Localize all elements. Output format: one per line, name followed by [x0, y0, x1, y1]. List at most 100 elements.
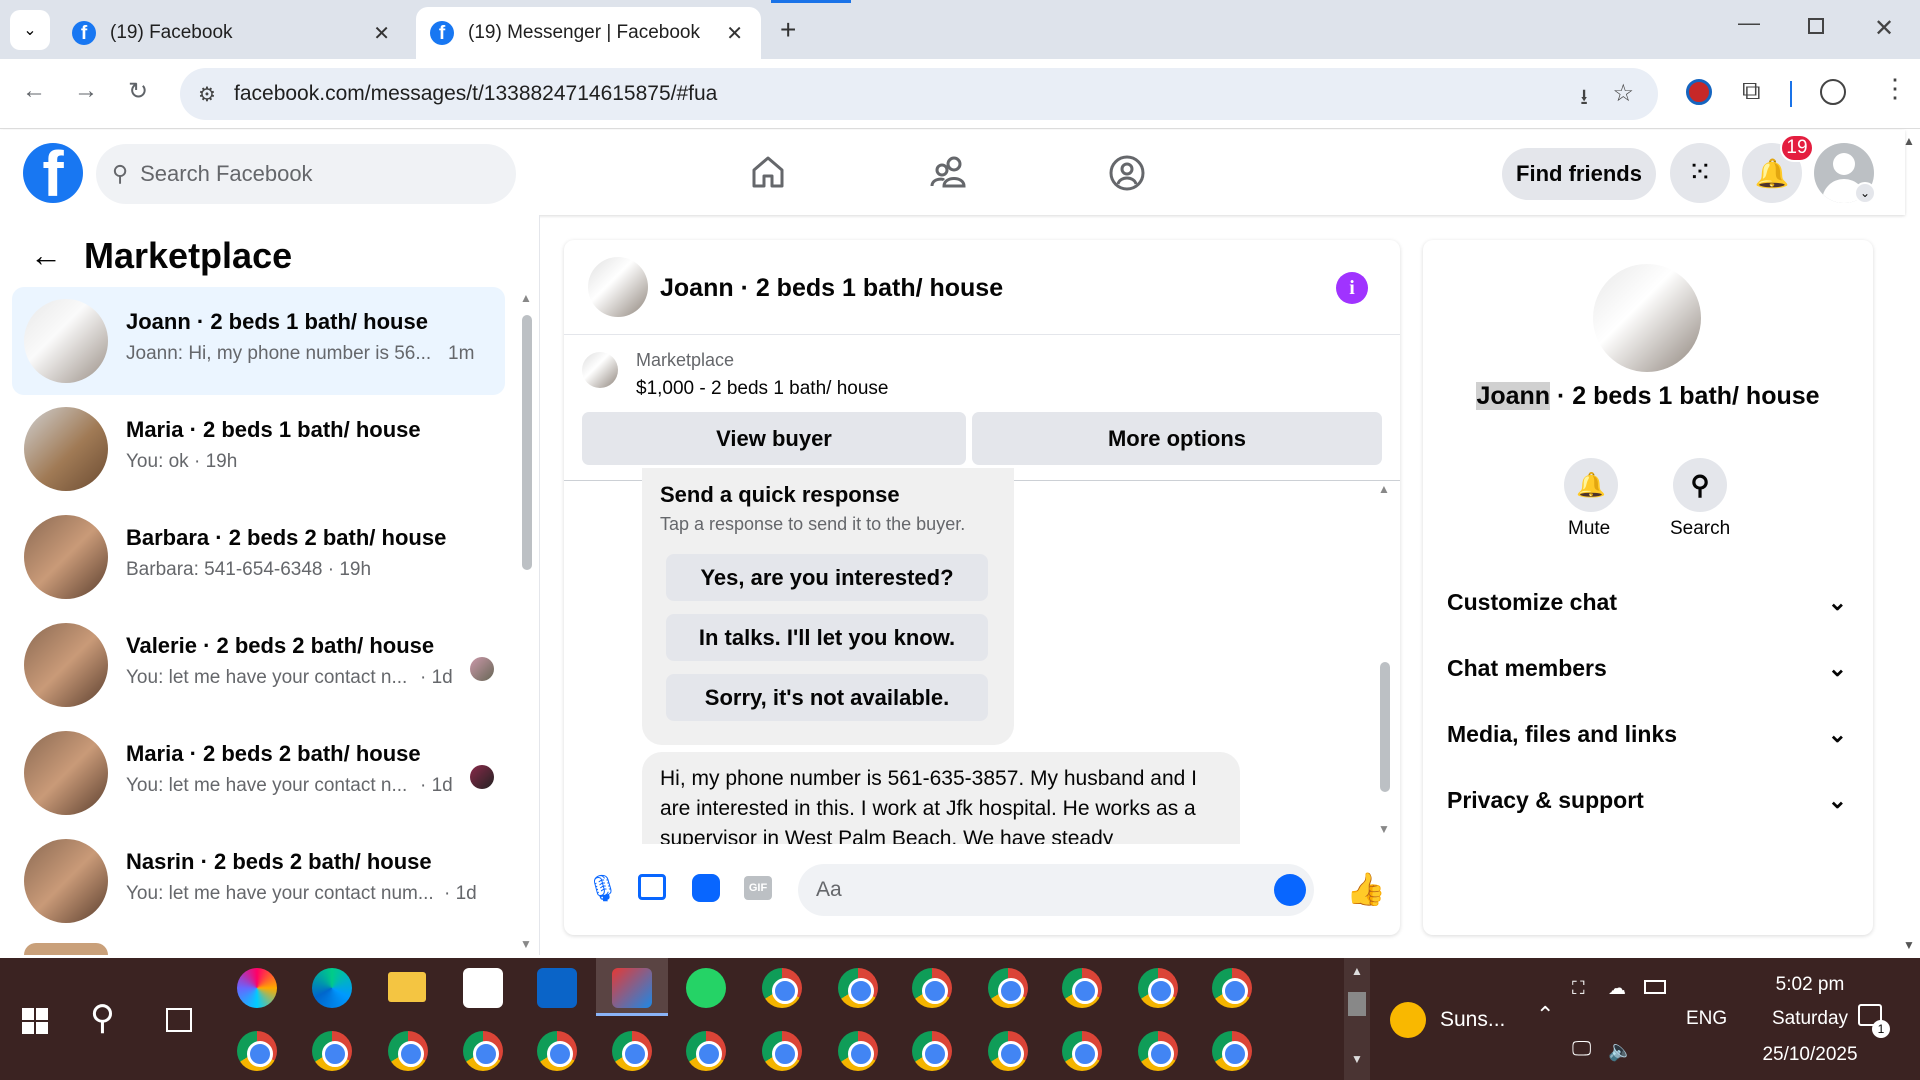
- chrome-profile-icon[interactable]: [1062, 968, 1102, 1008]
- microphone-icon[interactable]: 🎙: [586, 873, 619, 904]
- privacy-support-section[interactable]: Privacy & support ⌄: [1447, 787, 1847, 814]
- search-input[interactable]: ⚲ Search Facebook: [96, 144, 516, 204]
- page-scroll-down[interactable]: ▼: [1903, 938, 1915, 952]
- like-thumb-icon[interactable]: 👍: [1346, 870, 1386, 908]
- file-explorer-icon[interactable]: [388, 972, 426, 1002]
- groups-nav-icon[interactable]: [1108, 154, 1146, 192]
- chat-title[interactable]: Joann · 2 beds 1 bath/ house: [660, 274, 1003, 303]
- forward-icon[interactable]: →: [74, 77, 98, 105]
- bookmark-star-icon[interactable]: ☆: [1612, 79, 1634, 108]
- chrome-profile-icon[interactable]: [1138, 968, 1178, 1008]
- chrome-profile-icon[interactable]: [988, 968, 1028, 1008]
- tab-facebook[interactable]: f (19) Facebook ✕: [58, 7, 408, 59]
- scroll-up-arrow[interactable]: ▲: [520, 291, 532, 305]
- copilot-icon[interactable]: [237, 968, 277, 1008]
- install-app-icon[interactable]: ⭳: [1580, 80, 1588, 118]
- store-icon[interactable]: [463, 968, 503, 1008]
- tab-search-button[interactable]: ⌄: [10, 10, 50, 50]
- reload-icon[interactable]: ↻: [128, 77, 148, 106]
- weather-text[interactable]: Suns...: [1440, 1008, 1505, 1032]
- whatsapp-icon[interactable]: [686, 968, 726, 1008]
- back-arrow-icon[interactable]: ←: [30, 237, 62, 274]
- quick-reply-button[interactable]: In talks. I'll let you know.: [666, 614, 988, 661]
- find-friends-button[interactable]: Find friends: [1502, 148, 1656, 200]
- close-tab-icon[interactable]: ✕: [373, 21, 390, 46]
- extension-shield-icon[interactable]: [1686, 79, 1712, 105]
- close-window-button[interactable]: ✕: [1874, 14, 1894, 43]
- more-options-button[interactable]: More options: [972, 412, 1382, 465]
- meet-now-icon[interactable]: ⛶: [1572, 978, 1585, 999]
- conversation-item-partial[interactable]: [24, 943, 108, 955]
- chrome-profile-icon[interactable]: [612, 1031, 652, 1071]
- emoji-icon[interactable]: [1274, 874, 1306, 906]
- menu-kebab-icon[interactable]: ⋮: [1882, 73, 1908, 104]
- clock-date[interactable]: 25/10/2025: [1740, 1044, 1880, 1066]
- info-icon[interactable]: i: [1336, 272, 1368, 304]
- conversation-item[interactable]: Barbara · 2 beds 2 bath/ house Barbara: …: [12, 503, 505, 611]
- chrome-profile-icon[interactable]: [838, 968, 878, 1008]
- message-input[interactable]: Aa: [798, 864, 1314, 916]
- chrome-profile-icon[interactable]: [912, 1031, 952, 1071]
- onedrive-icon[interactable]: ☁: [1608, 978, 1626, 999]
- taskbar-search-icon[interactable]: ⚲: [90, 998, 115, 1038]
- conversation-item[interactable]: Nasrin · 2 beds 2 bath/ house You: let m…: [12, 827, 505, 935]
- search-button[interactable]: ⚲: [1673, 458, 1727, 512]
- chat-scrollbar-thumb[interactable]: [1380, 662, 1390, 792]
- sticker-icon[interactable]: [692, 874, 720, 902]
- tab-messenger[interactable]: f (19) Messenger | Facebook ✕: [416, 7, 761, 59]
- clock-day[interactable]: Saturday: [1750, 1008, 1870, 1030]
- back-icon[interactable]: ←: [22, 77, 46, 105]
- chat-members-section[interactable]: Chat members ⌄: [1447, 655, 1847, 682]
- page-scroll-up[interactable]: ▲: [1903, 134, 1915, 148]
- chat-avatar[interactable]: [588, 257, 648, 317]
- details-avatar[interactable]: [1593, 264, 1701, 372]
- chrome-profile-icon[interactable]: [537, 1031, 577, 1071]
- scroll-down-arrow[interactable]: ▼: [1378, 822, 1390, 836]
- photo-icon[interactable]: [638, 874, 666, 900]
- edge-icon[interactable]: [312, 968, 352, 1008]
- conversation-item[interactable]: Maria · 2 beds 2 bath/ house You: let me…: [12, 719, 505, 827]
- language-indicator[interactable]: ENG: [1686, 1008, 1727, 1030]
- quick-reply-button[interactable]: Yes, are you interested?: [666, 554, 988, 601]
- scroll-down-arrow[interactable]: ▼: [520, 937, 532, 951]
- media-files-links-section[interactable]: Media, files and links ⌄: [1447, 721, 1847, 748]
- scrollbar-thumb[interactable]: [522, 315, 532, 570]
- extensions-puzzle-icon[interactable]: ⧉: [1742, 75, 1761, 107]
- chrome-profile-icon[interactable]: [1062, 1031, 1102, 1071]
- chrome-profile-icon[interactable]: [1212, 1031, 1252, 1071]
- taskbar-scroller[interactable]: ▲ ▼: [1344, 958, 1370, 1080]
- chrome-profile-icon[interactable]: [912, 968, 952, 1008]
- chrome-profile-icon[interactable]: [1212, 968, 1252, 1008]
- view-buyer-button[interactable]: View buyer: [582, 412, 966, 465]
- clock-time[interactable]: 5:02 pm: [1750, 974, 1870, 996]
- snipping-tool-icon[interactable]: [612, 968, 652, 1008]
- start-windows-icon[interactable]: [22, 1008, 48, 1034]
- site-info-icon[interactable]: ⚙: [198, 82, 216, 107]
- scroll-up-arrow[interactable]: ▲: [1378, 482, 1390, 496]
- chrome-profile-icon[interactable]: [237, 1031, 277, 1071]
- weather-sun-icon[interactable]: [1390, 1002, 1426, 1038]
- volume-icon[interactable]: 🔈: [1608, 1038, 1633, 1063]
- network-icon[interactable]: 🖵: [1572, 1038, 1591, 1061]
- conversation-item[interactable]: Joann · 2 beds 1 bath/ house Joann: Hi, …: [12, 287, 505, 395]
- friends-nav-icon[interactable]: [930, 154, 968, 190]
- gif-icon[interactable]: GIF: [744, 876, 772, 900]
- task-view-icon[interactable]: [166, 1008, 192, 1032]
- chrome-profile-icon[interactable]: [838, 1031, 878, 1071]
- chrome-profile-icon[interactable]: [463, 1031, 503, 1071]
- outlook-icon[interactable]: [537, 968, 577, 1008]
- minimize-button[interactable]: —: [1738, 10, 1760, 36]
- menu-grid-button[interactable]: ⁙: [1670, 143, 1730, 203]
- url-text[interactable]: facebook.com/messages/t/1338824714615875…: [234, 82, 717, 106]
- quick-reply-button[interactable]: Sorry, it's not available.: [666, 674, 988, 721]
- conversation-item[interactable]: Maria · 2 beds 1 bath/ house You: ok · 1…: [12, 395, 505, 503]
- show-hidden-icons-chevron[interactable]: ⌃: [1536, 1002, 1554, 1028]
- profile-icon[interactable]: [1820, 79, 1846, 105]
- url-bar[interactable]: ⚙ facebook.com/messages/t/13388247146158…: [180, 68, 1658, 120]
- chrome-profile-icon[interactable]: [762, 968, 802, 1008]
- chrome-profile-icon[interactable]: [388, 1031, 428, 1071]
- chrome-profile-icon[interactable]: [988, 1031, 1028, 1071]
- close-tab-icon[interactable]: ✕: [726, 21, 743, 46]
- customize-chat-section[interactable]: Customize chat ⌄: [1447, 589, 1847, 616]
- chrome-profile-icon[interactable]: [1138, 1031, 1178, 1071]
